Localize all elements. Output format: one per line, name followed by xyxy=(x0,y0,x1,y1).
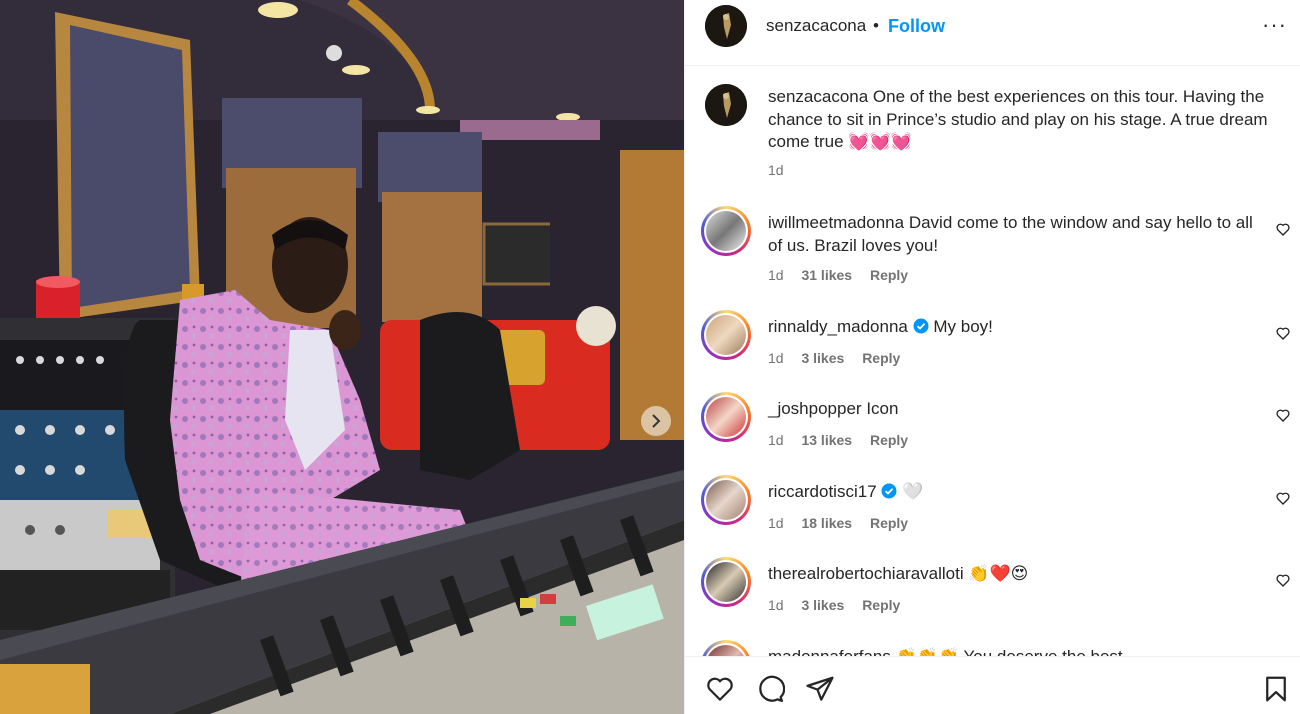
comment-likes[interactable]: 13 likes xyxy=(801,432,852,448)
separator-dot: • xyxy=(873,16,879,35)
comment-likes[interactable]: 3 likes xyxy=(801,350,844,366)
comment-text: 👏❤️😍 xyxy=(968,564,1029,583)
comment-username[interactable]: madonnaforfans xyxy=(768,647,891,656)
comment-username[interactable]: rinnaldy_madonna xyxy=(768,317,908,336)
comment-body: therealrobertochiaravalloti 👏❤️😍 xyxy=(768,563,1268,586)
post-header: senzacacona • Follow ··· xyxy=(685,0,1300,66)
comment-text: Icon xyxy=(866,399,899,418)
comment-body: rinnaldy_madonna My boy! xyxy=(768,316,1268,339)
comment-time[interactable]: 1d xyxy=(768,597,784,613)
more-options-button[interactable]: ··· xyxy=(1262,12,1287,38)
reply-button[interactable]: Reply xyxy=(870,515,908,531)
post-caption: senzacacona One of the best experiences … xyxy=(768,86,1268,154)
caption-avatar-image xyxy=(705,84,747,126)
comment-likes[interactable]: 31 likes xyxy=(801,267,852,283)
comment-body: madonnaforfans 👏👏👏 You deserve the best xyxy=(768,646,1268,656)
comment-body: _joshpopper Icon xyxy=(768,398,1268,421)
author-username[interactable]: senzacacona xyxy=(766,16,866,36)
comment-body: riccardotisci17 🤍 xyxy=(768,481,1268,504)
comment-meta: 1d 31 likes Reply xyxy=(768,267,922,283)
reply-button[interactable]: Reply xyxy=(862,350,900,366)
caption-author-avatar[interactable] xyxy=(705,84,747,126)
chevron-right-icon xyxy=(652,414,661,428)
comment-time[interactable]: 1d xyxy=(768,267,784,283)
heart-icon[interactable] xyxy=(1275,407,1291,423)
commenter-avatar[interactable] xyxy=(701,640,751,656)
commenter-avatar[interactable] xyxy=(701,310,751,360)
comment-time[interactable]: 1d xyxy=(768,432,784,448)
comment-username[interactable]: _joshpopper xyxy=(768,399,862,418)
comment-username[interactable]: iwillmeetmadonna xyxy=(768,213,904,232)
caption-timestamp[interactable]: 1d xyxy=(768,162,784,178)
comment-username[interactable]: therealrobertochiaravalloti xyxy=(768,564,964,583)
comment-text: 👏👏👏 You deserve the best xyxy=(896,647,1123,656)
commenter-avatar[interactable] xyxy=(701,475,751,525)
comment-username[interactable]: riccardotisci17 xyxy=(768,482,877,501)
heart-icon[interactable] xyxy=(1275,221,1291,237)
comment-meta: 1d 13 likes Reply xyxy=(768,432,922,448)
commenter-avatar[interactable] xyxy=(701,206,751,256)
comment-time[interactable]: 1d xyxy=(768,515,784,531)
post-details-panel: senzacacona • Follow ··· senzacacona One… xyxy=(684,0,1300,714)
comments-list[interactable]: senzacacona One of the best experiences … xyxy=(685,66,1300,656)
author-avatar[interactable] xyxy=(705,5,747,47)
comment-icon[interactable] xyxy=(755,674,785,704)
heart-icon[interactable] xyxy=(1275,325,1291,341)
comment-meta: 1d 18 likes Reply xyxy=(768,515,922,531)
heart-icon[interactable] xyxy=(1275,572,1291,588)
comment-meta: 1d 3 likes Reply xyxy=(768,597,914,613)
comment-body: iwillmeetmadonna David come to the windo… xyxy=(768,212,1268,257)
comment-meta: 1d 3 likes Reply xyxy=(768,350,914,366)
commenter-avatar[interactable] xyxy=(701,392,751,442)
commenter-avatar[interactable] xyxy=(701,557,751,607)
reply-button[interactable]: Reply xyxy=(870,267,908,283)
comment-likes[interactable]: 3 likes xyxy=(801,597,844,613)
next-photo-button[interactable] xyxy=(641,406,671,436)
comment-text: My boy! xyxy=(933,317,993,336)
reply-button[interactable]: Reply xyxy=(862,597,900,613)
post-photo xyxy=(0,0,684,714)
reply-button[interactable]: Reply xyxy=(870,432,908,448)
bookmark-icon[interactable] xyxy=(1261,674,1291,704)
comment-text: 🤍 xyxy=(902,482,924,501)
caption-username[interactable]: senzacacona xyxy=(768,87,868,106)
action-bar xyxy=(685,656,1300,714)
heart-icon[interactable] xyxy=(1275,490,1291,506)
verified-badge-icon xyxy=(881,483,897,499)
share-icon[interactable] xyxy=(805,674,835,704)
studio-photo-image xyxy=(0,0,684,714)
heart-icon[interactable] xyxy=(705,674,735,704)
comment-likes[interactable]: 18 likes xyxy=(801,515,852,531)
comment-time[interactable]: 1d xyxy=(768,350,784,366)
follow-button[interactable]: Follow xyxy=(888,16,945,37)
author-avatar-image xyxy=(705,5,747,47)
verified-badge-icon xyxy=(913,318,929,334)
